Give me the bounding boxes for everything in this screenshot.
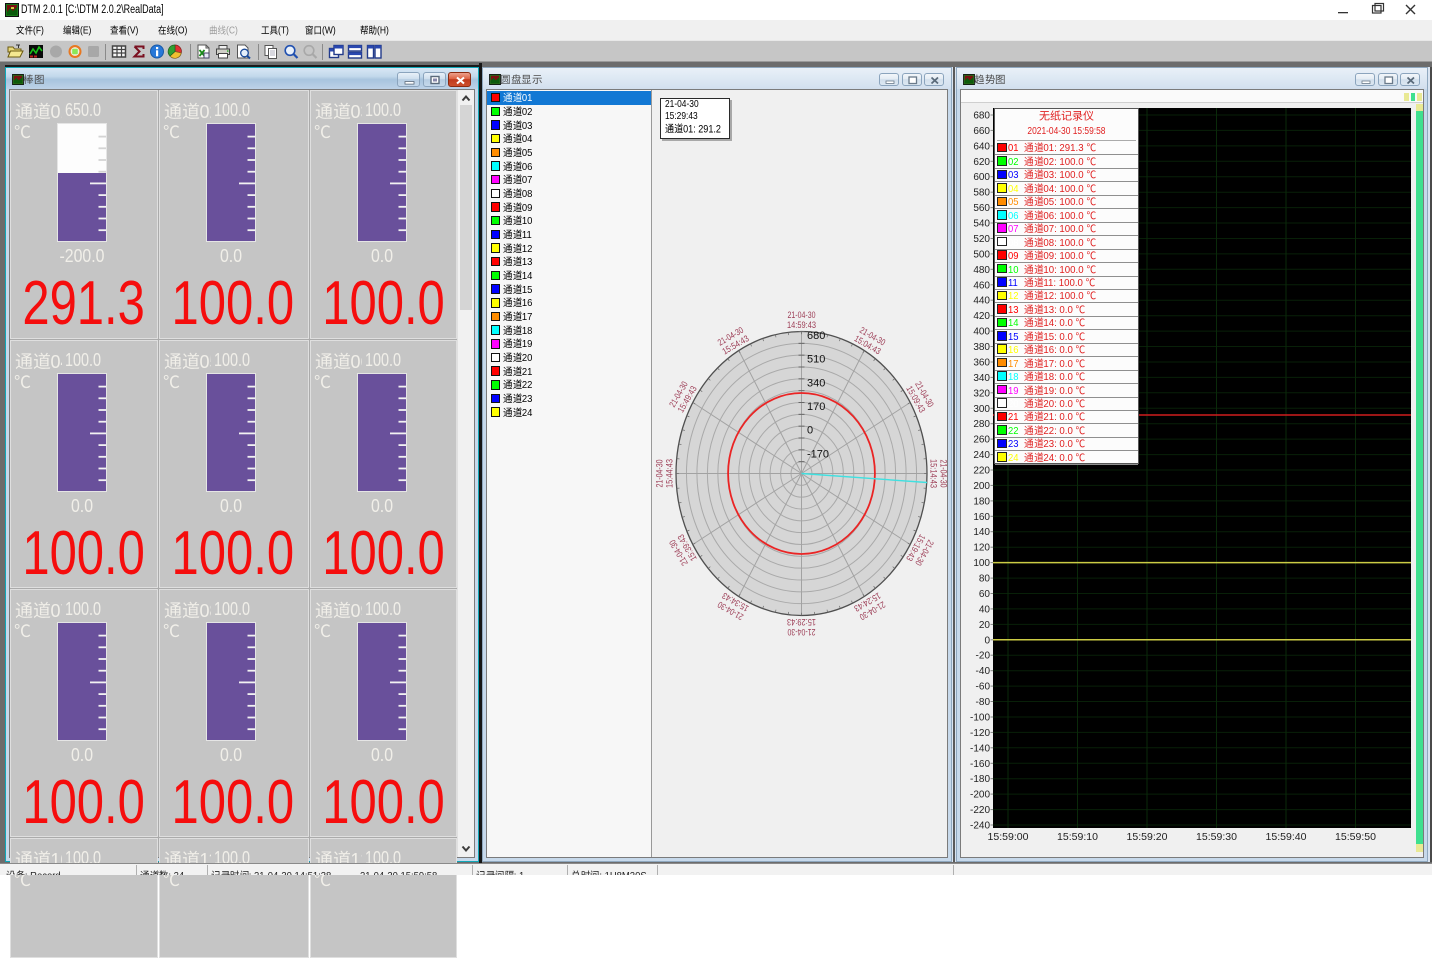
svg-text:14:59:43: 14:59:43 [787, 320, 816, 330]
svg-text:0: 0 [807, 425, 813, 437]
svg-text:20: 20 [979, 620, 991, 631]
svg-text:620: 620 [973, 157, 990, 168]
svg-text:340: 340 [973, 373, 990, 384]
svg-text:140: 140 [973, 527, 990, 538]
svg-text:-40: -40 [976, 666, 991, 677]
svg-text:420: 420 [973, 311, 990, 322]
svg-text:560: 560 [973, 203, 990, 214]
svg-text:-60: -60 [976, 682, 991, 693]
svg-text:320: 320 [973, 388, 990, 399]
svg-text:170: 170 [807, 401, 825, 413]
svg-text:500: 500 [973, 249, 990, 260]
svg-text:100: 100 [973, 558, 990, 569]
svg-text:580: 580 [973, 188, 990, 199]
svg-text:540: 540 [973, 219, 990, 230]
svg-text:680: 680 [807, 330, 825, 342]
svg-text:440: 440 [973, 296, 990, 307]
svg-text:-100: -100 [970, 713, 990, 724]
svg-text:400: 400 [973, 327, 990, 338]
svg-text:15:59:10: 15:59:10 [1057, 831, 1098, 843]
svg-text:510: 510 [807, 354, 825, 366]
svg-text:-170: -170 [807, 448, 829, 460]
svg-text:-20: -20 [976, 651, 991, 662]
svg-text:21-04-30: 21-04-30 [655, 460, 665, 488]
svg-text:160: 160 [973, 512, 990, 523]
svg-text:680: 680 [973, 111, 990, 122]
svg-text:300: 300 [973, 404, 990, 415]
svg-text:360: 360 [973, 358, 990, 369]
svg-text:15:44:43: 15:44:43 [665, 459, 675, 488]
svg-text:15:59:40: 15:59:40 [1266, 831, 1307, 843]
svg-text:80: 80 [979, 574, 991, 585]
svg-text:15:14:43: 15:14:43 [929, 459, 939, 488]
svg-text:15:59:30: 15:59:30 [1196, 831, 1237, 843]
svg-text:280: 280 [973, 419, 990, 430]
svg-text:380: 380 [973, 342, 990, 353]
svg-text:40: 40 [979, 604, 991, 615]
svg-text:260: 260 [973, 435, 990, 446]
svg-text:-200: -200 [970, 790, 990, 801]
svg-text:15:59:20: 15:59:20 [1127, 831, 1168, 843]
svg-text:-180: -180 [970, 774, 990, 785]
svg-text:0: 0 [984, 635, 990, 646]
svg-text:60: 60 [979, 589, 991, 600]
svg-text:660: 660 [973, 126, 990, 137]
svg-text:480: 480 [973, 265, 990, 276]
svg-text:21-04-30: 21-04-30 [788, 310, 816, 320]
svg-text:520: 520 [973, 234, 990, 245]
svg-text:240: 240 [973, 450, 990, 461]
svg-text:220: 220 [973, 466, 990, 477]
svg-text:-160: -160 [970, 759, 990, 770]
svg-text:15:59:50: 15:59:50 [1335, 831, 1376, 843]
svg-text:15:29:43: 15:29:43 [787, 617, 816, 627]
svg-text:21-04-30: 21-04-30 [788, 627, 816, 637]
svg-text:-120: -120 [970, 728, 990, 739]
svg-text:200: 200 [973, 481, 990, 492]
svg-text:460: 460 [973, 280, 990, 291]
svg-text:-220: -220 [970, 805, 990, 816]
svg-text:21-04-30: 21-04-30 [939, 460, 949, 488]
svg-text:120: 120 [973, 543, 990, 554]
svg-text:640: 640 [973, 141, 990, 152]
svg-text:-80: -80 [976, 697, 991, 708]
svg-text:-140: -140 [970, 743, 990, 754]
svg-text:180: 180 [973, 496, 990, 507]
svg-text:15:59:00: 15:59:00 [988, 831, 1029, 843]
svg-text:340: 340 [807, 377, 825, 389]
svg-text:600: 600 [973, 172, 990, 183]
